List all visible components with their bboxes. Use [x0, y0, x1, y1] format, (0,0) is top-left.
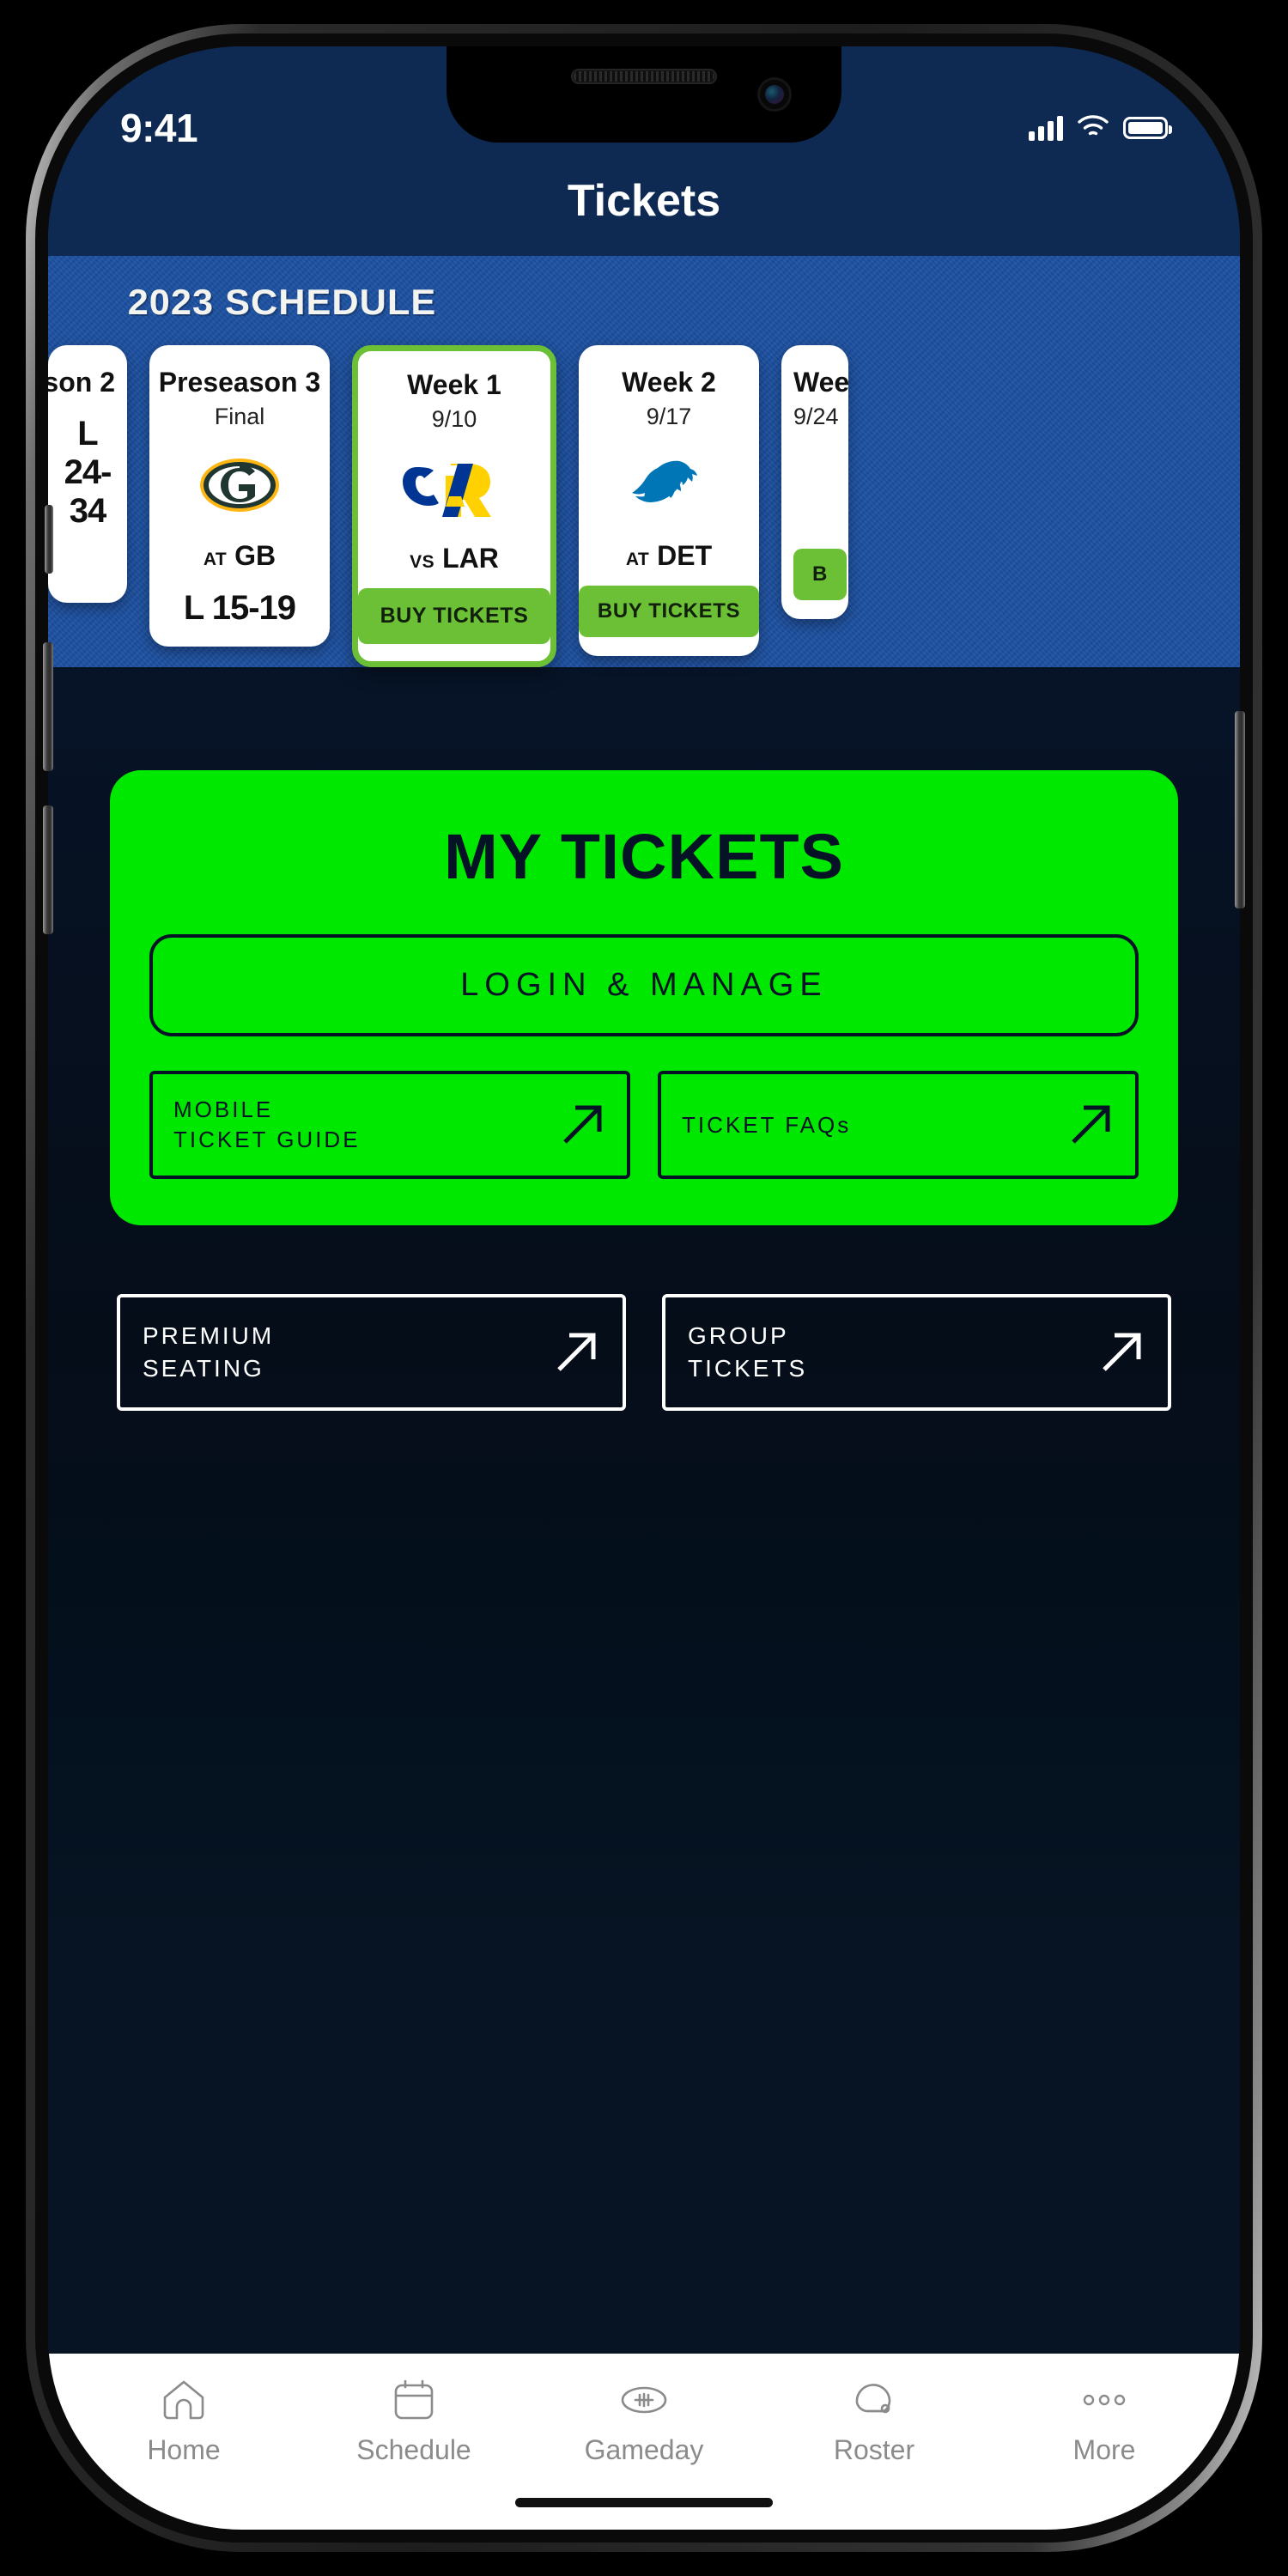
phone-inner-bezel: Tickets 2023 SCHEDULE Preseason 2 L 24-3… [35, 33, 1253, 2543]
game-opponent-abbr: GB [234, 540, 276, 572]
link-label: MOBILE TICKET GUIDE [173, 1095, 361, 1155]
my-tickets-links: MOBILE TICKET GUIDE TICKET FAQs [149, 1071, 1139, 1180]
wifi-icon [1077, 114, 1109, 143]
football-icon [620, 2376, 668, 2424]
screenshot-stage: Tickets 2023 SCHEDULE Preseason 2 L 24-3… [0, 0, 1288, 2576]
game-status: Final [214, 404, 265, 430]
link-label-line1: MOBILE [173, 1097, 274, 1123]
game-opponent: AT DET [626, 540, 712, 572]
tab-roster[interactable]: Roster [765, 2376, 984, 2466]
buy-tickets-button[interactable]: BUY TICKETS [578, 586, 760, 638]
helmet-icon [852, 2376, 896, 2424]
page-title: Tickets [48, 175, 1240, 256]
link-label-line2: TICKETS [688, 1355, 808, 1382]
ellipsis-icon [1080, 2376, 1128, 2424]
cellular-bars-icon [1029, 115, 1063, 141]
volume-down-button[interactable] [43, 805, 53, 934]
status-bar-icons [1029, 114, 1172, 143]
tab-home[interactable]: Home [75, 2376, 294, 2466]
game-opponent: AT GB [204, 540, 276, 572]
buy-tickets-button[interactable]: BUY TICKETS [357, 588, 551, 645]
game-week: Preseason 2 [48, 367, 115, 398]
link-label-line2: TICKET GUIDE [173, 1127, 361, 1153]
my-tickets-panel: MY TICKETS LOGIN & MANAGE MOBILE TICKET … [110, 770, 1178, 1226]
game-week: Week 3 [793, 367, 848, 398]
premium-seating-link[interactable]: PREMIUM SEATING [117, 1294, 626, 1411]
home-icon [161, 2376, 206, 2424]
arrow-up-right-icon [549, 1325, 604, 1380]
arrow-up-right-icon [1063, 1097, 1118, 1152]
game-card[interactable]: Preseason 3 Final AT GB L 15-19 [149, 345, 330, 647]
tab-schedule[interactable]: Schedule [305, 2376, 524, 2466]
link-label: PREMIUM SEATING [143, 1320, 274, 1385]
game-card-partial-left[interactable]: Preseason 2 L 24-34 [48, 345, 127, 603]
mobile-ticket-guide-link[interactable]: MOBILE TICKET GUIDE [149, 1071, 630, 1180]
battery-full-icon [1123, 117, 1172, 139]
link-label-line1: TICKET FAQs [682, 1111, 852, 1138]
bottom-links-row: PREMIUM SEATING GROUP TICKETS [48, 1294, 1240, 1411]
game-opponent-prefix: VS [410, 552, 435, 573]
device-notch [447, 46, 841, 143]
buy-tickets-button[interactable]: B [793, 549, 847, 601]
game-status: 9/24 [793, 404, 839, 430]
game-card-active[interactable]: Week 1 9/10 VS LAR BUY TICKETS [352, 345, 556, 668]
power-button[interactable] [1235, 711, 1245, 908]
arrow-up-right-icon [1094, 1325, 1149, 1380]
tab-label: More [1072, 2434, 1136, 2465]
game-opponent-prefix: AT [625, 550, 650, 570]
detroit-lions-logo [623, 444, 714, 526]
game-score: L 24-34 [64, 415, 112, 531]
status-bar-clock: 9:41 [120, 106, 198, 150]
link-label-line2: SEATING [143, 1355, 264, 1382]
tab-more[interactable]: More [995, 2376, 1214, 2466]
schedule-section-title: 2023 SCHEDULE [127, 282, 437, 322]
game-card-partial-right[interactable]: Week 3 9/24 B [781, 345, 848, 620]
game-week: Preseason 3 [158, 367, 321, 398]
link-label-line1: PREMIUM [143, 1322, 275, 1350]
game-status: 9/10 [431, 406, 477, 433]
login-and-manage-button[interactable]: LOGIN & MANAGE [149, 934, 1139, 1037]
tab-gameday[interactable]: Gameday [535, 2376, 754, 2466]
game-opponent-abbr: DET [657, 540, 713, 572]
link-label: TICKET FAQs [682, 1110, 851, 1140]
tab-label: Schedule [356, 2434, 471, 2465]
schedule-carousel[interactable]: Preseason 2 L 24-34 Preseason 3 Final [48, 345, 1240, 668]
game-opponent-abbr: LAR [442, 543, 499, 574]
game-opponent: VS LAR [410, 543, 499, 574]
tab-label: Roster [833, 2434, 915, 2465]
phone-device-frame: Tickets 2023 SCHEDULE Preseason 2 L 24-3… [26, 24, 1262, 2552]
phone-screen: Tickets 2023 SCHEDULE Preseason 2 L 24-3… [48, 46, 1240, 2530]
link-label: GROUP TICKETS [688, 1320, 807, 1385]
my-tickets-title: MY TICKETS [444, 821, 844, 893]
green-bay-packers-logo [198, 444, 281, 526]
home-indicator[interactable] [515, 2498, 773, 2507]
ticket-faqs-link[interactable]: TICKET FAQs [658, 1071, 1139, 1180]
front-camera [757, 77, 792, 112]
earpiece-speaker [571, 69, 717, 84]
group-tickets-link[interactable]: GROUP TICKETS [662, 1294, 1171, 1411]
mute-switch[interactable] [45, 505, 53, 574]
volume-up-button[interactable] [43, 642, 53, 771]
game-week: Week 1 [407, 369, 501, 400]
game-opponent-prefix: AT [203, 550, 228, 570]
game-card[interactable]: Week 2 9/17 AT DET BUY TICKETS [578, 345, 760, 657]
schedule-section: 2023 SCHEDULE Preseason 2 L 24-34 Presea… [48, 256, 1240, 668]
arrow-up-right-icon [555, 1097, 610, 1152]
game-score: L 15-19 [183, 589, 296, 628]
los-angeles-rams-logo [399, 447, 509, 529]
game-week: Week 2 [622, 367, 716, 398]
tab-label: Home [147, 2434, 221, 2465]
tickets-app-screen: Tickets 2023 SCHEDULE Preseason 2 L 24-3… [48, 46, 1240, 2530]
tab-label: Gameday [584, 2434, 704, 2465]
game-status: 9/17 [646, 404, 692, 430]
link-label-line1: GROUP [688, 1322, 789, 1350]
calendar-icon [393, 2376, 434, 2424]
